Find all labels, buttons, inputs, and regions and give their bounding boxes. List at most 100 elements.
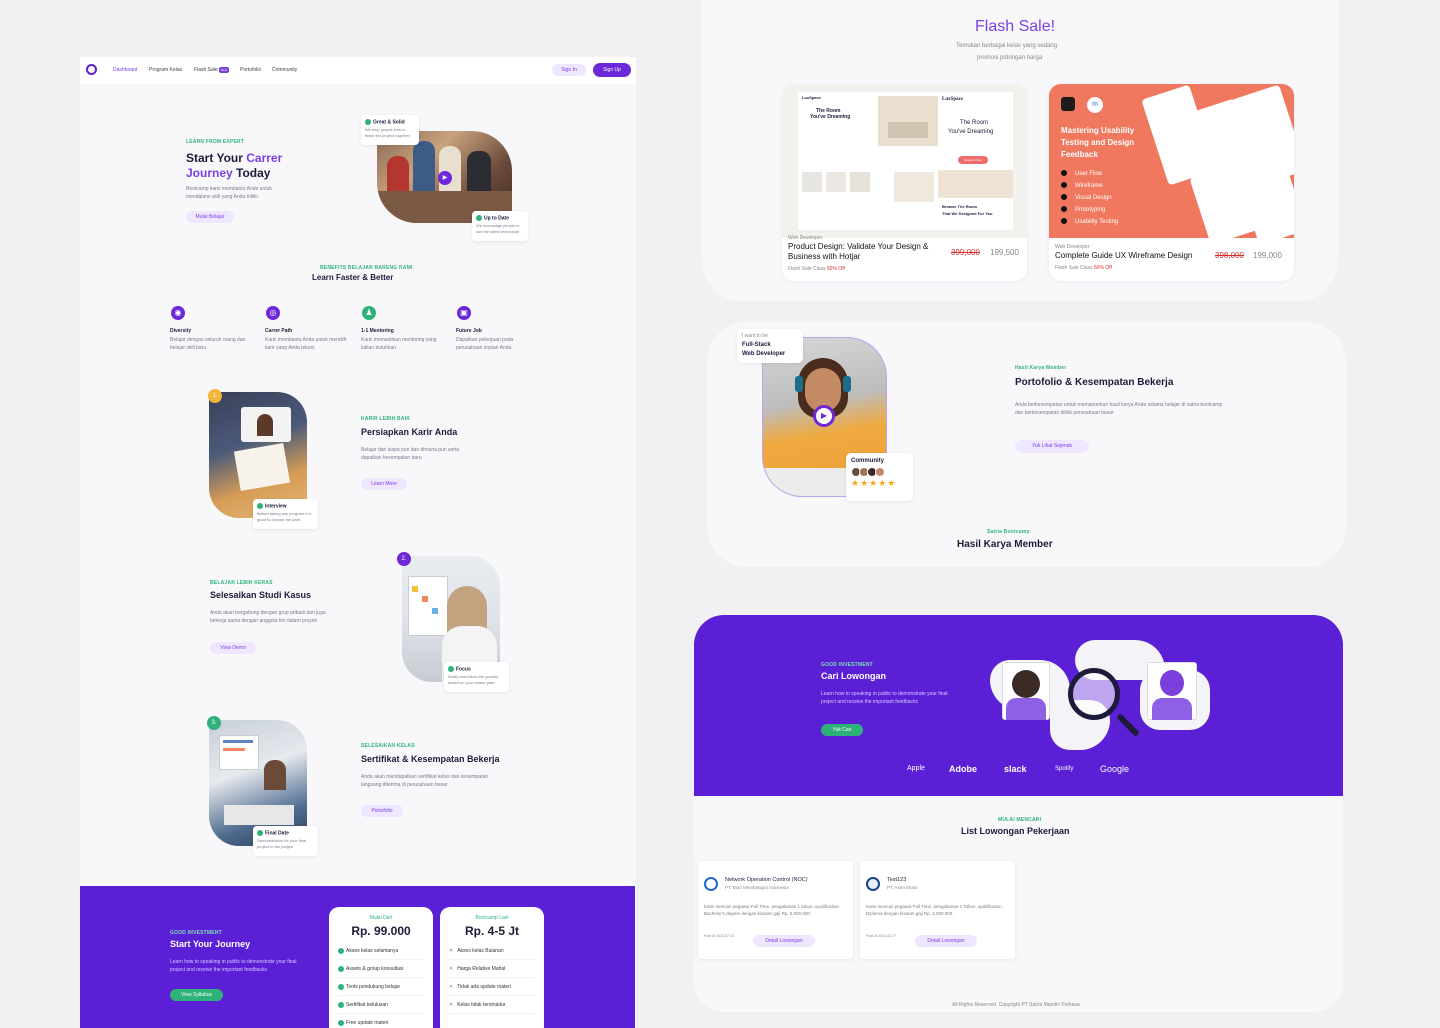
step1-title: Persiapkan Karir Anda bbox=[361, 427, 458, 437]
flash-title: Flash Sale! bbox=[975, 18, 1056, 35]
benefit-mentoring-desc: Kami memastikan mentoring yang kalian bu… bbox=[361, 337, 437, 351]
benefit-career-title: Carrer Path bbox=[265, 328, 293, 334]
jobs-cta-button[interactable]: Yuk Cari bbox=[821, 724, 863, 736]
check-icon bbox=[476, 215, 482, 221]
plan2-price: Rp. 4-5 Jt bbox=[464, 924, 519, 938]
journey-label: GOOD INVESTMENT bbox=[170, 930, 222, 936]
nav-community[interactable]: Community bbox=[272, 67, 297, 73]
flash-card-2[interactable]: m Mastering Usability Testing and Design F… bbox=[1049, 84, 1294, 281]
jobs-label: GOOD INVESTMENT bbox=[821, 662, 873, 668]
plan1-label: Mulai Dari bbox=[369, 915, 393, 921]
hero-badge-uptodate: Up to Date We encourage people to use th… bbox=[472, 211, 528, 241]
benefit-diversity-title: Diversity bbox=[170, 328, 192, 334]
job-card-1[interactable]: Network Operation Control (NOC) PT. Bion… bbox=[698, 861, 853, 959]
job-card-2[interactable]: Test123 PT. Astra Motor Kami mencari peg… bbox=[860, 861, 1015, 959]
nav-flash-sale[interactable]: Flash Sale bbox=[194, 67, 218, 73]
nav-flash-badge: New bbox=[219, 67, 230, 73]
figma-icon bbox=[1061, 97, 1075, 111]
check-icon bbox=[338, 1019, 344, 1026]
plan2-label: Bootcamp Lain bbox=[475, 915, 509, 921]
check-icon bbox=[338, 1001, 344, 1008]
benefit-job-title: Future Job bbox=[456, 328, 482, 334]
step3-label: SELESAIKAN KELAS bbox=[361, 743, 415, 749]
benefit-job-desc: Dapatkan pekerjaan pada perusahaan impia… bbox=[456, 337, 514, 351]
hero-title: Start Your Carrer Journey Today bbox=[186, 151, 283, 180]
hero-label: LEARN FROM EXPERT bbox=[186, 139, 245, 145]
step1-label: KARIR LEBIH BAIK bbox=[361, 416, 411, 422]
logo[interactable] bbox=[86, 64, 97, 75]
nav-program-kelas[interactable]: Program Kelas bbox=[149, 67, 182, 73]
nav-portofolio[interactable]: Portofolio bbox=[240, 67, 261, 73]
close-icon: ✕ bbox=[449, 948, 454, 954]
step3-cta-button[interactable]: Portofolio bbox=[361, 805, 403, 817]
check-icon bbox=[338, 983, 344, 990]
plan1-price: Rp. 99.000 bbox=[351, 924, 411, 938]
portfolio-goal-badge: I want to be Full-Stack Web Developer bbox=[737, 329, 803, 363]
step2-number: 2. bbox=[397, 552, 411, 566]
job2-detail-button[interactable]: Detail Lowongan bbox=[915, 935, 977, 947]
avatar bbox=[875, 467, 885, 477]
signup-button[interactable]: Sign Up bbox=[593, 63, 631, 77]
hero-cta-button[interactable]: Mulai Belajar bbox=[186, 211, 234, 223]
app-icon: m bbox=[1087, 97, 1103, 113]
benefit-diversity-desc: Belajar dengan seluruh orang dan belajar… bbox=[170, 337, 246, 351]
portfolio-footer-title: Hasil Karya Member bbox=[957, 539, 1053, 550]
play-icon[interactable]: ▶ bbox=[438, 171, 452, 185]
benefit-mentoring-title: 1-1 Mentoring bbox=[361, 328, 394, 334]
journey-desc: Learn how to speaking in public to demon… bbox=[170, 959, 297, 973]
star-rating: ★★★★★ bbox=[851, 478, 897, 488]
hero-desc: Bootcamp kami membantu Anda untuk mendal… bbox=[186, 186, 272, 200]
nav-dashboard[interactable]: Dashboard bbox=[113, 67, 137, 73]
job1-detail-button[interactable]: Detail Lowongan bbox=[753, 935, 815, 947]
hero-badge-great: Great & Solid We help people how to fini… bbox=[361, 115, 419, 145]
benefit-career-desc: Kami membantu Anda untuk memilih karir y… bbox=[265, 337, 347, 351]
logo-adobe: Adobe bbox=[949, 764, 977, 774]
flash-card-1[interactable]: LuxSpace The Room You've Dreaming LuxSpa… bbox=[782, 84, 1027, 281]
logo-slack: slack bbox=[1004, 764, 1027, 774]
jobs-desc: Learn how to speaking in public to demon… bbox=[821, 691, 948, 705]
step1-desc: Belajar dari siapa pun dan dimana pun se… bbox=[361, 447, 460, 461]
community-badge: Community ★★★★★ bbox=[846, 453, 913, 501]
portfolio-cta-button[interactable]: Yuk Lihat Sejenak bbox=[1015, 440, 1089, 453]
step3-number: 3. bbox=[207, 716, 221, 730]
step1-cta-button[interactable]: Learn More bbox=[361, 478, 407, 490]
step2-title: Selesaikan Studi Kasus bbox=[210, 590, 312, 600]
flash-desc1: Temukan berbagai kelas yang sedang bbox=[956, 43, 1058, 49]
benefit-mentoring-icon: ♟ bbox=[362, 306, 376, 320]
benefit-career-icon: ◎ bbox=[266, 306, 280, 320]
close-icon: ✕ bbox=[449, 984, 454, 990]
step3-desc: Anda akan mendapatkan sertifikat kelas d… bbox=[361, 774, 489, 788]
signin-button[interactable]: Sign In bbox=[552, 64, 586, 76]
left-page bbox=[80, 57, 636, 1028]
step2-cta-button[interactable]: View Demo bbox=[210, 642, 256, 654]
step1-number: 1. bbox=[208, 389, 222, 403]
step1-badge: Interview Before taking any program it i… bbox=[253, 499, 318, 529]
jobs-list-label: MULAI MENCARI bbox=[998, 817, 1042, 823]
world-map-illustration bbox=[990, 640, 1210, 755]
plan-card-satria: Mulai Dari Rp. 99.000 Akses kelas selama… bbox=[329, 907, 433, 1028]
flash-desc2: promosi potongan harga bbox=[977, 55, 1043, 61]
logo-google: Google bbox=[1100, 764, 1130, 774]
step2-label: BELAJAR LEBIH KERAS bbox=[210, 580, 273, 586]
benefit-diversity-icon: ◉ bbox=[171, 306, 185, 320]
journey-cta-button[interactable]: View Syllabus bbox=[170, 989, 223, 1001]
jobs-list-title: List Lowongan Pekerjaan bbox=[961, 826, 1070, 836]
portfolio-label: Hasil Karya Member bbox=[1015, 365, 1067, 371]
company-logo-icon bbox=[866, 877, 880, 891]
portfolio-title: Portofolio & Kesempatan Bekerja bbox=[1015, 377, 1174, 388]
step3-title: Sertifikat & Kesempatan Bekerja bbox=[361, 754, 500, 764]
journey-title: Start Your Journey bbox=[170, 939, 251, 949]
check-icon bbox=[338, 965, 344, 972]
check-icon bbox=[338, 947, 344, 954]
logo-spotify: Spotify bbox=[1055, 766, 1074, 772]
check-icon bbox=[257, 503, 263, 509]
step2-desc: Anda akan bergabung dengan grup pribadi … bbox=[210, 610, 326, 624]
step2-badge: Focus Study and follow the journey based… bbox=[444, 662, 509, 692]
benefits-label: BENEFITS BELAJAR BARENG KAMI bbox=[320, 265, 413, 271]
portfolio-desc: Anda berkesempatan untuk memamerkan hasi… bbox=[1015, 402, 1223, 416]
company-logo-icon bbox=[704, 877, 718, 891]
portfolio-play-icon[interactable]: ▶ bbox=[813, 405, 835, 427]
check-icon bbox=[257, 830, 263, 836]
portfolio-footer-label: Satria Bootcamp bbox=[987, 529, 1030, 535]
plan-card-other: Bootcamp Lain Rp. 4-5 Jt ✕ Akses kelas Bu… bbox=[440, 907, 544, 1028]
